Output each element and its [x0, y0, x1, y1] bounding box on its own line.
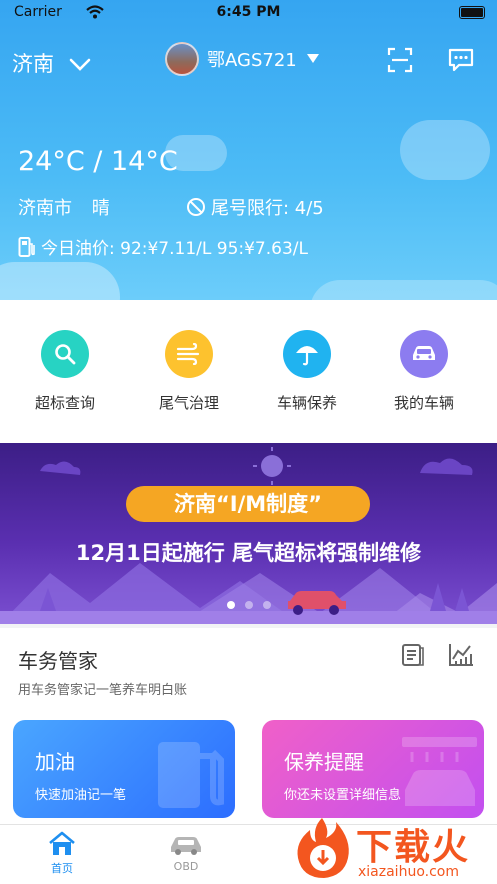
- banner-illustration: [0, 447, 497, 624]
- carousel-indicator: [0, 601, 497, 609]
- quick-action-label: 车辆保养: [276, 394, 337, 412]
- maintenance-reminder-card[interactable]: 保养提醒 你还未设置详细信息: [262, 720, 484, 818]
- city-label: 济南: [12, 52, 54, 76]
- cloud-decoration: [0, 262, 120, 300]
- status-bar: Carrier 6:45 PM: [0, 0, 497, 26]
- quick-action-label: 尾气治理: [158, 394, 219, 412]
- cloud-decoration: [400, 120, 490, 180]
- restriction-text: 尾号限行: 4/5: [211, 198, 324, 219]
- car-manager-section: 车务管家 用车务管家记一笔养车明白账 加油 快速加油记一笔 保养提醒 你还未设置…: [0, 628, 497, 824]
- plate-restriction: 尾号限行: 4/5: [186, 194, 324, 220]
- quick-action-icon-bg: [165, 330, 213, 378]
- clock: 6:45 PM: [216, 4, 281, 20]
- statistics-icon[interactable]: [447, 642, 475, 668]
- flame-logo-icon: [297, 818, 349, 878]
- tab-obd[interactable]: OBD: [146, 831, 226, 873]
- tab-label: 首页: [51, 862, 73, 875]
- refuel-card[interactable]: 加油 快速加油记一笔: [13, 720, 235, 818]
- carousel-dot[interactable]: [262, 601, 271, 609]
- caret-down-icon: [306, 54, 319, 63]
- quick-action-label: 我的车辆: [393, 394, 454, 412]
- exhaust-icon: [176, 343, 200, 365]
- scan-icon[interactable]: [386, 46, 414, 74]
- city-selector[interactable]: 济南: [12, 48, 91, 78]
- top-bar: 济南 鄂AGS721: [0, 40, 497, 80]
- card-subtitle: 你还未设置详细信息: [284, 788, 402, 803]
- battery-icon: [459, 6, 485, 19]
- tab-label: OBD: [173, 860, 199, 873]
- message-icon[interactable]: [447, 46, 475, 74]
- fuel-icon: [18, 236, 35, 257]
- section-title: 车务管家: [18, 649, 98, 673]
- search-icon: [55, 344, 76, 365]
- home-icon: [49, 831, 75, 855]
- plate-number: 鄂AGS721: [207, 50, 297, 71]
- quick-action-icon-bg: [41, 330, 89, 378]
- quick-action-emission-query[interactable]: 超标查询: [10, 330, 120, 413]
- chevron-down-icon: [69, 58, 90, 71]
- umbrella-icon: [296, 346, 318, 366]
- carousel-dot[interactable]: [244, 601, 253, 609]
- watermark-url: xiazaihuo.com: [358, 864, 459, 880]
- oil-price: 今日油价: 92:¥7.11/L 95:¥7.63/L: [18, 234, 308, 259]
- quick-action-maintenance[interactable]: 车辆保养: [252, 330, 362, 413]
- tab-home[interactable]: 首页: [22, 831, 102, 876]
- fuel-pump-icon: [158, 742, 224, 808]
- quick-action-icon-bg: [283, 330, 331, 378]
- section-subtitle: 用车务管家记一笔养车明白账: [18, 683, 188, 698]
- card-title: 加油: [35, 750, 75, 774]
- watermark-logo: 下载火 xiazaihuo.com: [290, 814, 497, 883]
- oil-price-text: 今日油价: 92:¥7.11/L 95:¥7.63/L: [41, 239, 308, 259]
- city-weather: 济南市 晴: [18, 194, 110, 220]
- car-outline-icon: [171, 837, 201, 855]
- prohibited-icon: [187, 198, 205, 216]
- quick-action-label: 超标查询: [34, 394, 95, 412]
- quick-action-my-vehicle[interactable]: 我的车辆: [369, 330, 479, 413]
- weather-condition: 晴: [91, 198, 110, 219]
- card-subtitle: 快速加油记一笔: [35, 788, 127, 803]
- quick-actions: 超标查询 尾气治理 车辆保养 我的车辆: [0, 300, 497, 443]
- card-title: 保养提醒: [284, 750, 364, 774]
- city-name: 济南市: [18, 198, 72, 219]
- car-wash-icon: [402, 737, 477, 806]
- avatar: [165, 42, 199, 76]
- watermark-title: 下载火: [356, 827, 471, 868]
- carousel-dot-active[interactable]: [226, 601, 235, 609]
- weather-header: Carrier 6:45 PM 济南 鄂AGS721 24°C / 14°C 济…: [0, 0, 497, 300]
- vehicle-selector[interactable]: 鄂AGS721: [165, 42, 319, 76]
- quick-action-icon-bg: [400, 330, 448, 378]
- ledger-icon[interactable]: [399, 642, 425, 668]
- car-icon: [413, 346, 435, 360]
- banner-headline: 12月1日起施行 尾气超标将强制维修: [75, 541, 422, 565]
- cloud-decoration: [310, 280, 497, 300]
- promo-banner[interactable]: 济南“I/M制度” 12月1日起施行 尾气超标将强制维修: [0, 443, 497, 624]
- banner-tag: 济南“I/M制度”: [126, 486, 370, 522]
- quick-action-exhaust[interactable]: 尾气治理: [134, 330, 244, 413]
- temperature: 24°C / 14°C: [18, 146, 178, 177]
